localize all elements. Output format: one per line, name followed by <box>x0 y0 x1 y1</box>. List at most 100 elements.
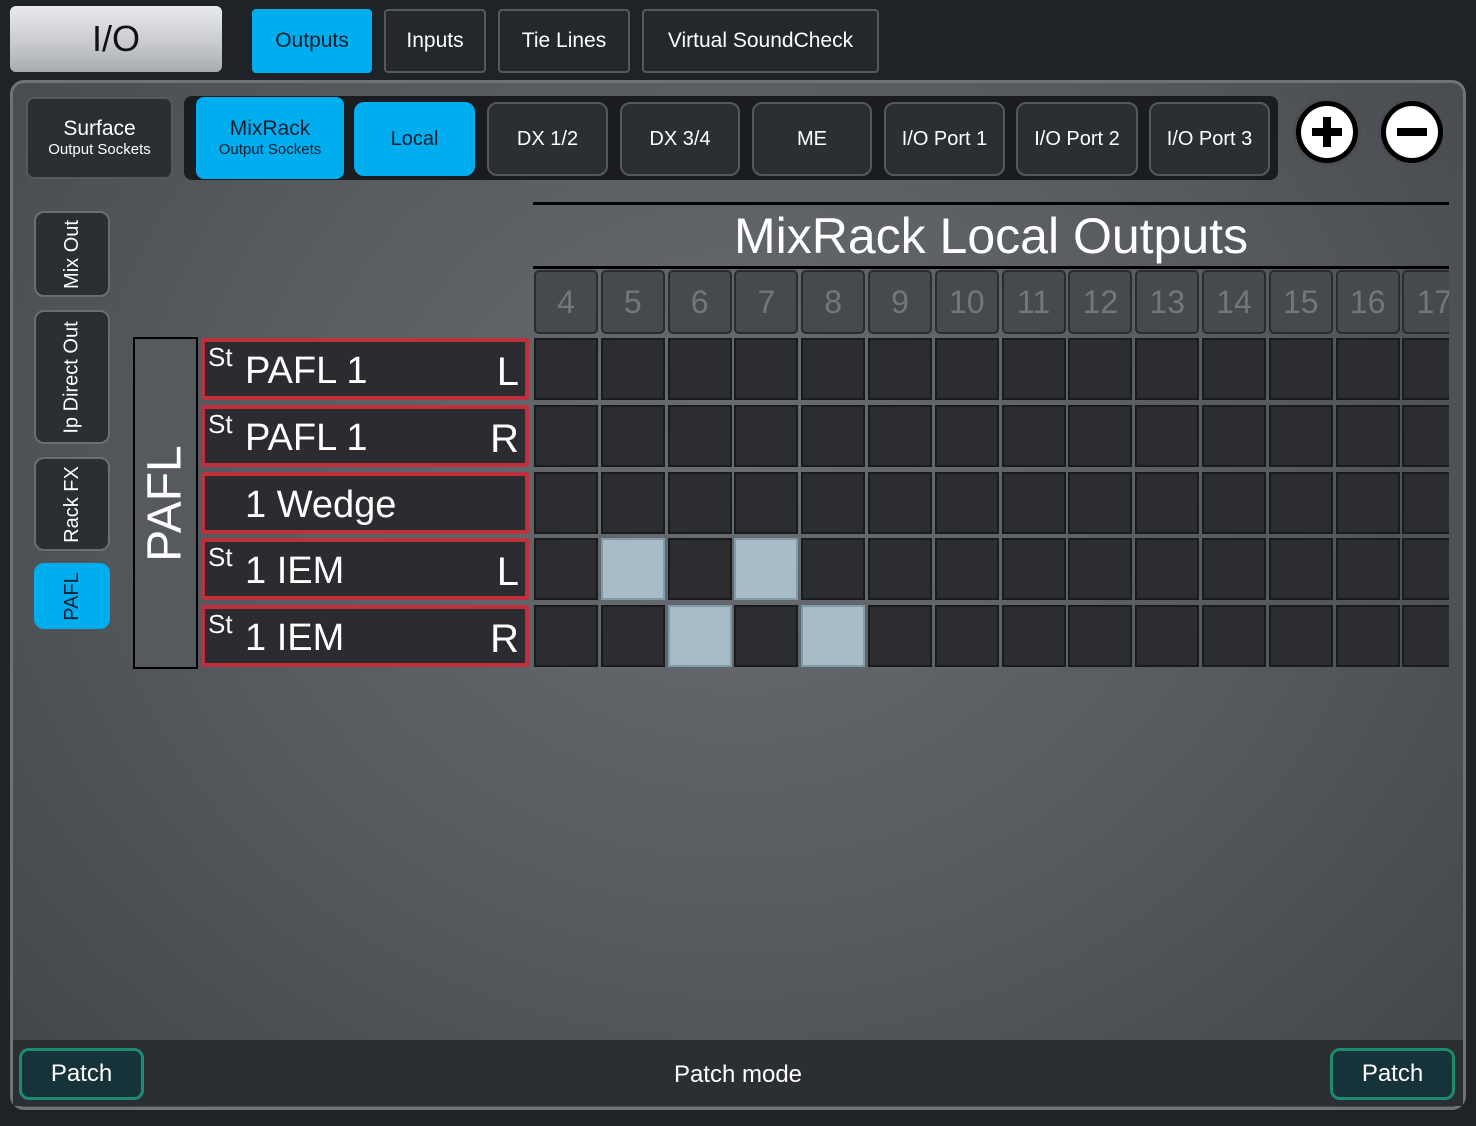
patch-cell[interactable] <box>934 538 999 601</box>
patch-cell[interactable] <box>801 404 866 467</box>
output-tab-dx-1-2[interactable]: DX 1/2 <box>487 102 608 176</box>
patch-cell[interactable] <box>1135 338 1200 400</box>
patch-cell[interactable] <box>801 538 866 601</box>
patch-cell[interactable] <box>1335 538 1400 601</box>
patch-cell[interactable] <box>1335 338 1400 400</box>
patch-cell[interactable] <box>1001 338 1066 400</box>
patch-cell[interactable] <box>868 404 932 467</box>
surface-output-sockets-button[interactable]: Surface Output Sockets <box>26 97 173 179</box>
patch-cell[interactable] <box>1135 471 1200 534</box>
patch-cell[interactable] <box>534 338 598 400</box>
patch-cell[interactable] <box>801 471 866 534</box>
patch-cell[interactable] <box>667 404 732 467</box>
side-tab-label: PAFL <box>60 571 83 621</box>
patch-cell[interactable] <box>534 404 598 467</box>
side-tab-ip-direct-out[interactable]: Ip Direct Out <box>34 310 110 444</box>
patch-cell[interactable] <box>1068 338 1133 400</box>
patch-cell[interactable] <box>1335 605 1400 668</box>
patch-cell[interactable] <box>1202 471 1266 534</box>
output-tab-me[interactable]: ME <box>752 102 872 176</box>
patch-cell[interactable] <box>868 471 932 534</box>
patch-cell[interactable] <box>734 471 799 534</box>
patch-cell[interactable] <box>600 338 665 400</box>
row-label[interactable]: St PAFL 1 R <box>201 405 529 467</box>
patch-cell[interactable] <box>1001 471 1066 534</box>
patch-cell[interactable] <box>534 605 598 668</box>
row-label[interactable]: 1 Wedge <box>201 472 529 534</box>
column-number-9: 9 <box>868 270 932 334</box>
patch-cell-active[interactable] <box>801 605 866 668</box>
output-tab-io-port-1[interactable]: I/O Port 1 <box>884 102 1005 176</box>
patch-cell[interactable] <box>1202 605 1266 668</box>
patch-cell[interactable] <box>1068 471 1133 534</box>
patch-cell[interactable] <box>1068 538 1133 601</box>
patch-cell[interactable] <box>1402 471 1449 534</box>
tab-tie-lines[interactable]: Tie Lines <box>498 9 630 73</box>
patch-cell[interactable] <box>1001 538 1066 601</box>
output-tab-io-port-2[interactable]: I/O Port 2 <box>1016 102 1138 176</box>
patch-cell[interactable] <box>1335 404 1400 467</box>
patch-cell[interactable] <box>600 404 665 467</box>
remove-button[interactable] <box>1378 98 1446 166</box>
mixrack-output-sockets-button[interactable]: MixRack Output Sockets <box>196 97 344 179</box>
add-button[interactable] <box>1293 98 1361 166</box>
patch-cell[interactable] <box>1402 538 1449 601</box>
row-label[interactable]: St 1 IEM R <box>201 605 529 667</box>
patch-cell[interactable] <box>1202 338 1266 400</box>
tab-virtual-soundcheck[interactable]: Virtual SoundCheck <box>642 9 879 73</box>
patch-cell[interactable] <box>667 471 732 534</box>
patch-cell[interactable] <box>801 338 866 400</box>
patch-cell[interactable] <box>1068 404 1133 467</box>
patch-cell[interactable] <box>667 338 732 400</box>
patch-cell[interactable] <box>1268 538 1333 601</box>
patch-cell[interactable] <box>1402 605 1449 668</box>
patch-cell[interactable] <box>1268 605 1333 668</box>
side-tab-rack-fx[interactable]: Rack FX <box>34 457 110 551</box>
tab-outputs[interactable]: Outputs <box>252 9 372 73</box>
output-tab-dx-3-4[interactable]: DX 3/4 <box>620 102 740 176</box>
patch-cell[interactable] <box>600 605 665 668</box>
patch-cell[interactable] <box>1335 471 1400 534</box>
patch-cell[interactable] <box>1402 338 1449 400</box>
patch-cell[interactable] <box>1135 538 1200 601</box>
patch-cell[interactable] <box>1001 404 1066 467</box>
patch-cell[interactable] <box>734 605 799 668</box>
patch-cell[interactable] <box>1402 404 1449 467</box>
patch-cell[interactable] <box>1135 605 1200 668</box>
patch-cell-active[interactable] <box>600 538 665 601</box>
column-number-4: 4 <box>534 270 598 334</box>
output-tab-local[interactable]: Local <box>354 102 475 176</box>
patch-cell[interactable] <box>1202 538 1266 601</box>
patch-cell[interactable] <box>534 471 598 534</box>
output-tab-io-port-3[interactable]: I/O Port 3 <box>1149 102 1270 176</box>
patch-cell[interactable] <box>734 404 799 467</box>
patch-cell[interactable] <box>1135 404 1200 467</box>
patch-cell[interactable] <box>1202 404 1266 467</box>
patch-cell[interactable] <box>734 338 799 400</box>
patch-cell[interactable] <box>1268 471 1333 534</box>
patch-cell-active[interactable] <box>667 605 732 668</box>
patch-cell[interactable] <box>1068 605 1133 668</box>
patch-cell-active[interactable] <box>734 538 799 601</box>
patch-cell[interactable] <box>934 404 999 467</box>
patch-cell[interactable] <box>1268 404 1333 467</box>
patch-cell[interactable] <box>868 605 932 668</box>
row-label[interactable]: St PAFL 1 L <box>201 338 529 400</box>
patch-button-left[interactable]: Patch <box>19 1048 144 1100</box>
side-tab-mix-out[interactable]: Mix Out <box>34 211 110 297</box>
patch-cell[interactable] <box>1001 605 1066 668</box>
tab-inputs[interactable]: Inputs <box>384 9 486 73</box>
patch-cell[interactable] <box>534 538 598 601</box>
patch-cell[interactable] <box>667 538 732 601</box>
patch-cell[interactable] <box>868 538 932 601</box>
patch-cell[interactable] <box>600 471 665 534</box>
side-tab-pafl[interactable]: PAFL <box>34 563 110 629</box>
patch-cell[interactable] <box>1268 338 1333 400</box>
patch-cell[interactable] <box>934 471 999 534</box>
patch-cell[interactable] <box>934 338 999 400</box>
patch-button-right[interactable]: Patch <box>1330 1048 1455 1100</box>
row-label[interactable]: St 1 IEM L <box>201 538 529 600</box>
row-name: 1 IEM <box>245 617 345 659</box>
patch-cell[interactable] <box>868 338 932 400</box>
patch-cell[interactable] <box>934 605 999 668</box>
